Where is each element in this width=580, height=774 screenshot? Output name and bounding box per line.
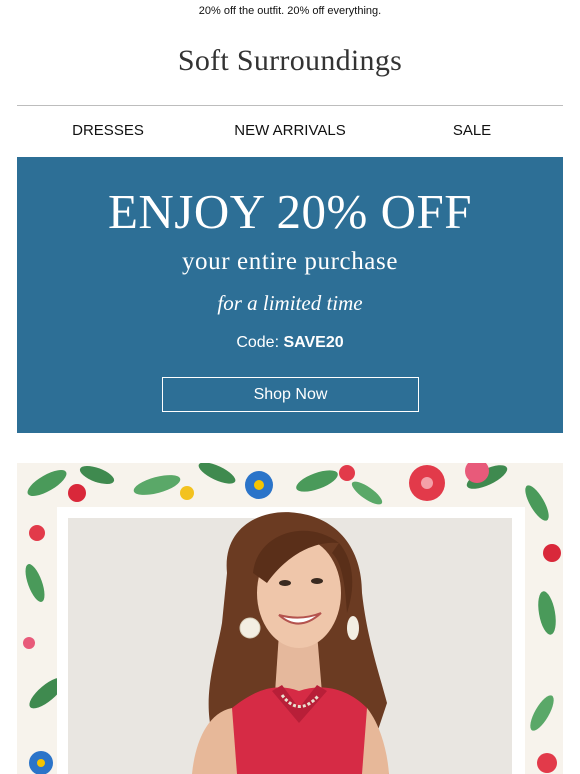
feature-image[interactable] [17,463,563,774]
nav-item-new-arrivals[interactable]: NEW ARRIVALS [199,122,381,139]
shop-now-button[interactable]: Shop Now [162,377,419,412]
promo-code-label: Code: [236,334,284,351]
main-nav: DRESSES NEW ARRIVALS SALE [17,122,563,144]
model-photo-floral-frame [17,463,563,774]
promo-code: Code: SAVE20 [17,334,563,352]
nav-item-sale[interactable]: SALE [381,122,563,139]
promo-code-value: SAVE20 [283,334,344,351]
promo-tagline: for a limited time [217,291,363,315]
preheader-text: 20% off the outfit. 20% off everything. [198,5,382,17]
promo-title: ENJOY 20% OFF [107,184,473,239]
header-divider [17,105,563,106]
promo-banner[interactable]: ENJOY 20% OFF your entire purchase for a… [17,157,563,433]
promo-subtitle: your entire purchase [181,248,399,275]
nav-item-dresses[interactable]: DRESSES [17,122,199,139]
brand-logo[interactable]: Soft Surroundings [0,44,580,78]
